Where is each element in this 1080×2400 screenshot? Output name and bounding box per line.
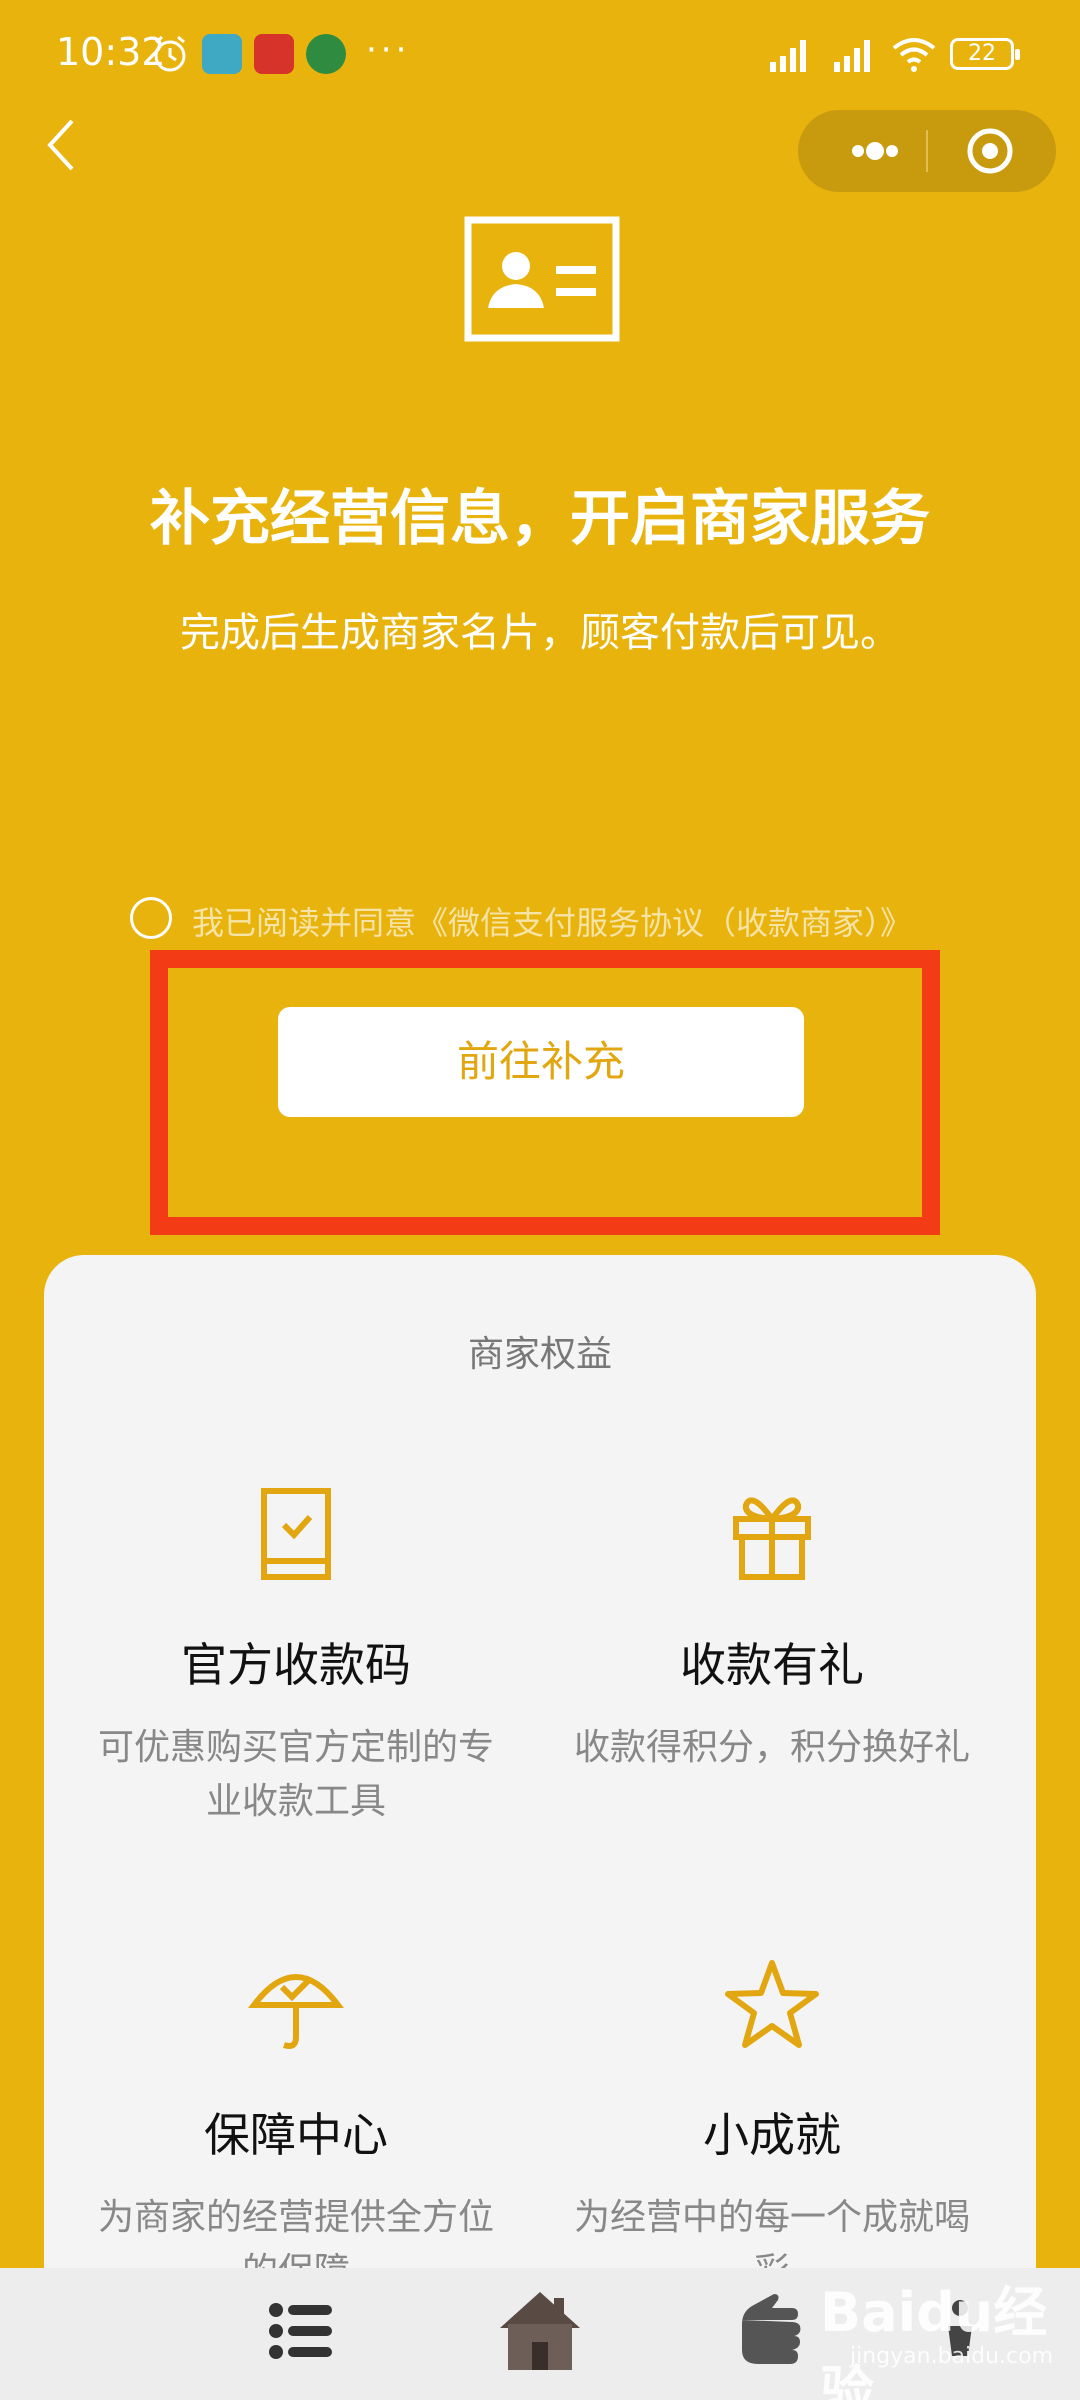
wifi-icon bbox=[892, 38, 936, 72]
battery-indicator: 22 bbox=[950, 38, 1020, 70]
benefit-desc: 收款得积分，积分换好礼 bbox=[573, 1727, 970, 1768]
go-complete-button[interactable]: 前往补充 bbox=[278, 1007, 804, 1117]
more-notifications-icon: ··· bbox=[366, 30, 411, 70]
gift-icon bbox=[733, 1497, 811, 1580]
umbrella-icon bbox=[247, 1974, 345, 2049]
business-card-icon bbox=[464, 216, 620, 342]
capsule-divider bbox=[926, 130, 928, 172]
benefit-desc: 可优惠购买官方定制的专业收款工具 bbox=[97, 1727, 494, 1822]
news-notification-icon bbox=[254, 34, 294, 74]
benefit-title: 收款有礼 bbox=[680, 1638, 864, 1692]
close-miniprogram-button[interactable] bbox=[936, 120, 1036, 182]
benefits-title: 商家权益 bbox=[467, 1334, 612, 1375]
list-menu-icon[interactable] bbox=[266, 2296, 336, 2366]
home-icon[interactable] bbox=[494, 2284, 586, 2376]
watermark-logo: Baidu经验 bbox=[820, 2281, 1048, 2400]
capsule-menu bbox=[798, 110, 1056, 192]
page-subtitle: 完成后生成商家名片，顾客付款后可见。 bbox=[180, 610, 900, 656]
signal-icon-1 bbox=[770, 40, 806, 72]
benefit-official-qr[interactable]: 官方收款码 可优惠购买官方定制的专业收款工具 bbox=[86, 1485, 506, 1829]
benefit-title: 官方收款码 bbox=[181, 1638, 411, 1692]
benefit-title: 保障中心 bbox=[204, 2108, 388, 2162]
app-notification-icon bbox=[202, 34, 242, 74]
status-bar: 10:32 ··· 22 bbox=[0, 0, 1080, 110]
agreement-link[interactable]: 我已阅读并同意《微信支付服务协议（收款商家）》 bbox=[192, 898, 912, 944]
pointing-hand-icon[interactable] bbox=[738, 2290, 830, 2370]
more-options-button[interactable] bbox=[828, 120, 918, 182]
watermark-url: jingyan.baidu.com bbox=[850, 2344, 1054, 2369]
agreement-checkbox[interactable] bbox=[130, 897, 172, 939]
back-button[interactable] bbox=[40, 115, 80, 175]
browser-notification-icon bbox=[306, 34, 346, 74]
benefit-achievement[interactable]: 小成就 为经营中的每一个成就喝彩 bbox=[562, 1955, 982, 2299]
benefit-protection[interactable]: 保障中心 为商家的经营提供全方位的保障 bbox=[86, 1955, 506, 2299]
signal-icon-2 bbox=[834, 40, 870, 72]
benefit-gift[interactable]: 收款有礼 收款得积分，积分换好礼 bbox=[562, 1485, 982, 1775]
battery-level: 22 bbox=[968, 41, 996, 66]
official-qr-icon bbox=[261, 1488, 331, 1580]
star-icon bbox=[725, 1960, 819, 2048]
page-title: 补充经营信息，开启商家服务 bbox=[150, 484, 930, 554]
alarm-icon bbox=[154, 35, 186, 72]
benefit-title: 小成就 bbox=[703, 2108, 841, 2162]
benefits-panel: 商家权益 官方收款码 可优惠购买官方定制的专业收款工具 收款有礼 收款得积分，积… bbox=[44, 1255, 1036, 2400]
